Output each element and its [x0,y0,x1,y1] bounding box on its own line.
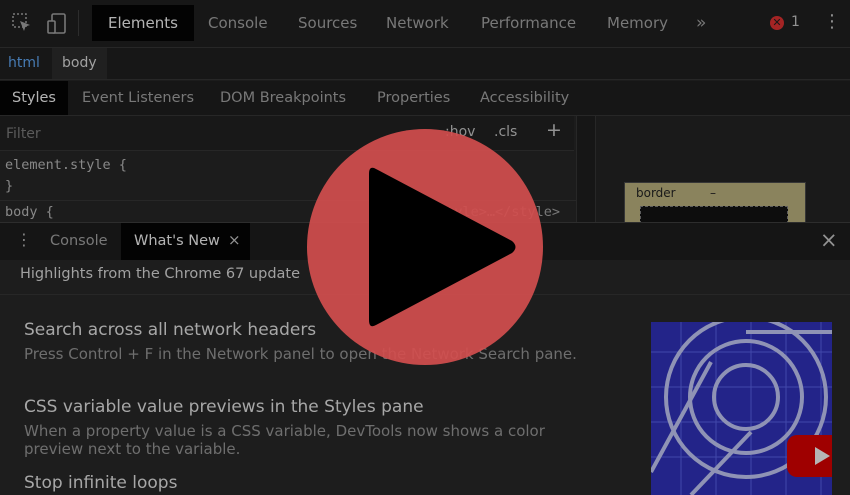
tab-performance[interactable]: Performance [465,5,592,41]
new-style-rule-button[interactable]: + [546,119,562,141]
breadcrumb: html body [0,48,850,80]
drawer-tab-console[interactable]: Console [37,223,121,260]
close-tab-icon[interactable]: × [228,231,241,249]
tab-console[interactable]: Console [192,5,284,41]
box-model-pane: border – [595,116,850,224]
subtab-dom-breakpoints[interactable]: DOM Breakpoints [208,81,358,115]
subtab-accessibility[interactable]: Accessibility [468,81,581,115]
error-count[interactable]: 1 [791,14,800,30]
tab-network[interactable]: Network [370,5,465,41]
subtab-styles[interactable]: Styles [0,81,68,115]
styles-subtabs: Styles Event Listeners DOM Breakpoints P… [0,81,850,116]
feature-title-css-variables[interactable]: CSS variable value previews in the Style… [24,397,424,417]
play-icon [369,167,516,327]
youtube-logo-icon[interactable] [787,435,832,477]
tab-memory[interactable]: Memory [591,5,684,41]
more-tabs-button[interactable]: » [680,5,722,41]
feature-title-infinite-loops[interactable]: Stop infinite loops [24,473,177,493]
feature-title-network-search[interactable]: Search across all network headers [24,320,316,340]
body-rule-selector[interactable]: body { [5,204,54,220]
play-button[interactable] [307,129,543,365]
customize-menu-icon[interactable]: ⋮ [823,11,841,32]
tab-sources[interactable]: Sources [282,5,373,41]
element-style-close: } [5,178,14,194]
box-model-border-label: border [636,186,676,200]
whats-new-title: Highlights from the Chrome 67 update [20,266,301,282]
subtab-properties[interactable]: Properties [365,81,462,115]
subtab-event-listeners[interactable]: Event Listeners [70,81,206,115]
feature-desc-css-variables: When a property value is a CSS variable,… [24,422,545,458]
youtube-play-triangle [815,447,830,465]
element-style-selector[interactable]: element.style { [5,157,127,173]
drawer-menu-icon[interactable]: ⋮ [16,230,32,249]
close-drawer-icon[interactable]: × [820,228,838,252]
tab-elements[interactable]: Elements [92,5,194,41]
devtools-toolbar: Elements Console Sources Network Perform… [0,0,850,48]
styles-scrollbar[interactable] [576,116,595,222]
breadcrumb-html[interactable]: html [8,48,40,79]
breadcrumb-body[interactable]: body [52,48,107,79]
device-toolbar-icon[interactable] [47,13,67,34]
video-thumbnail[interactable] [651,322,832,495]
inspect-element-icon[interactable] [12,13,32,33]
error-icon[interactable]: ✕ [770,16,784,30]
toolbar-divider [78,10,79,36]
box-model-border-value: – [710,186,716,200]
